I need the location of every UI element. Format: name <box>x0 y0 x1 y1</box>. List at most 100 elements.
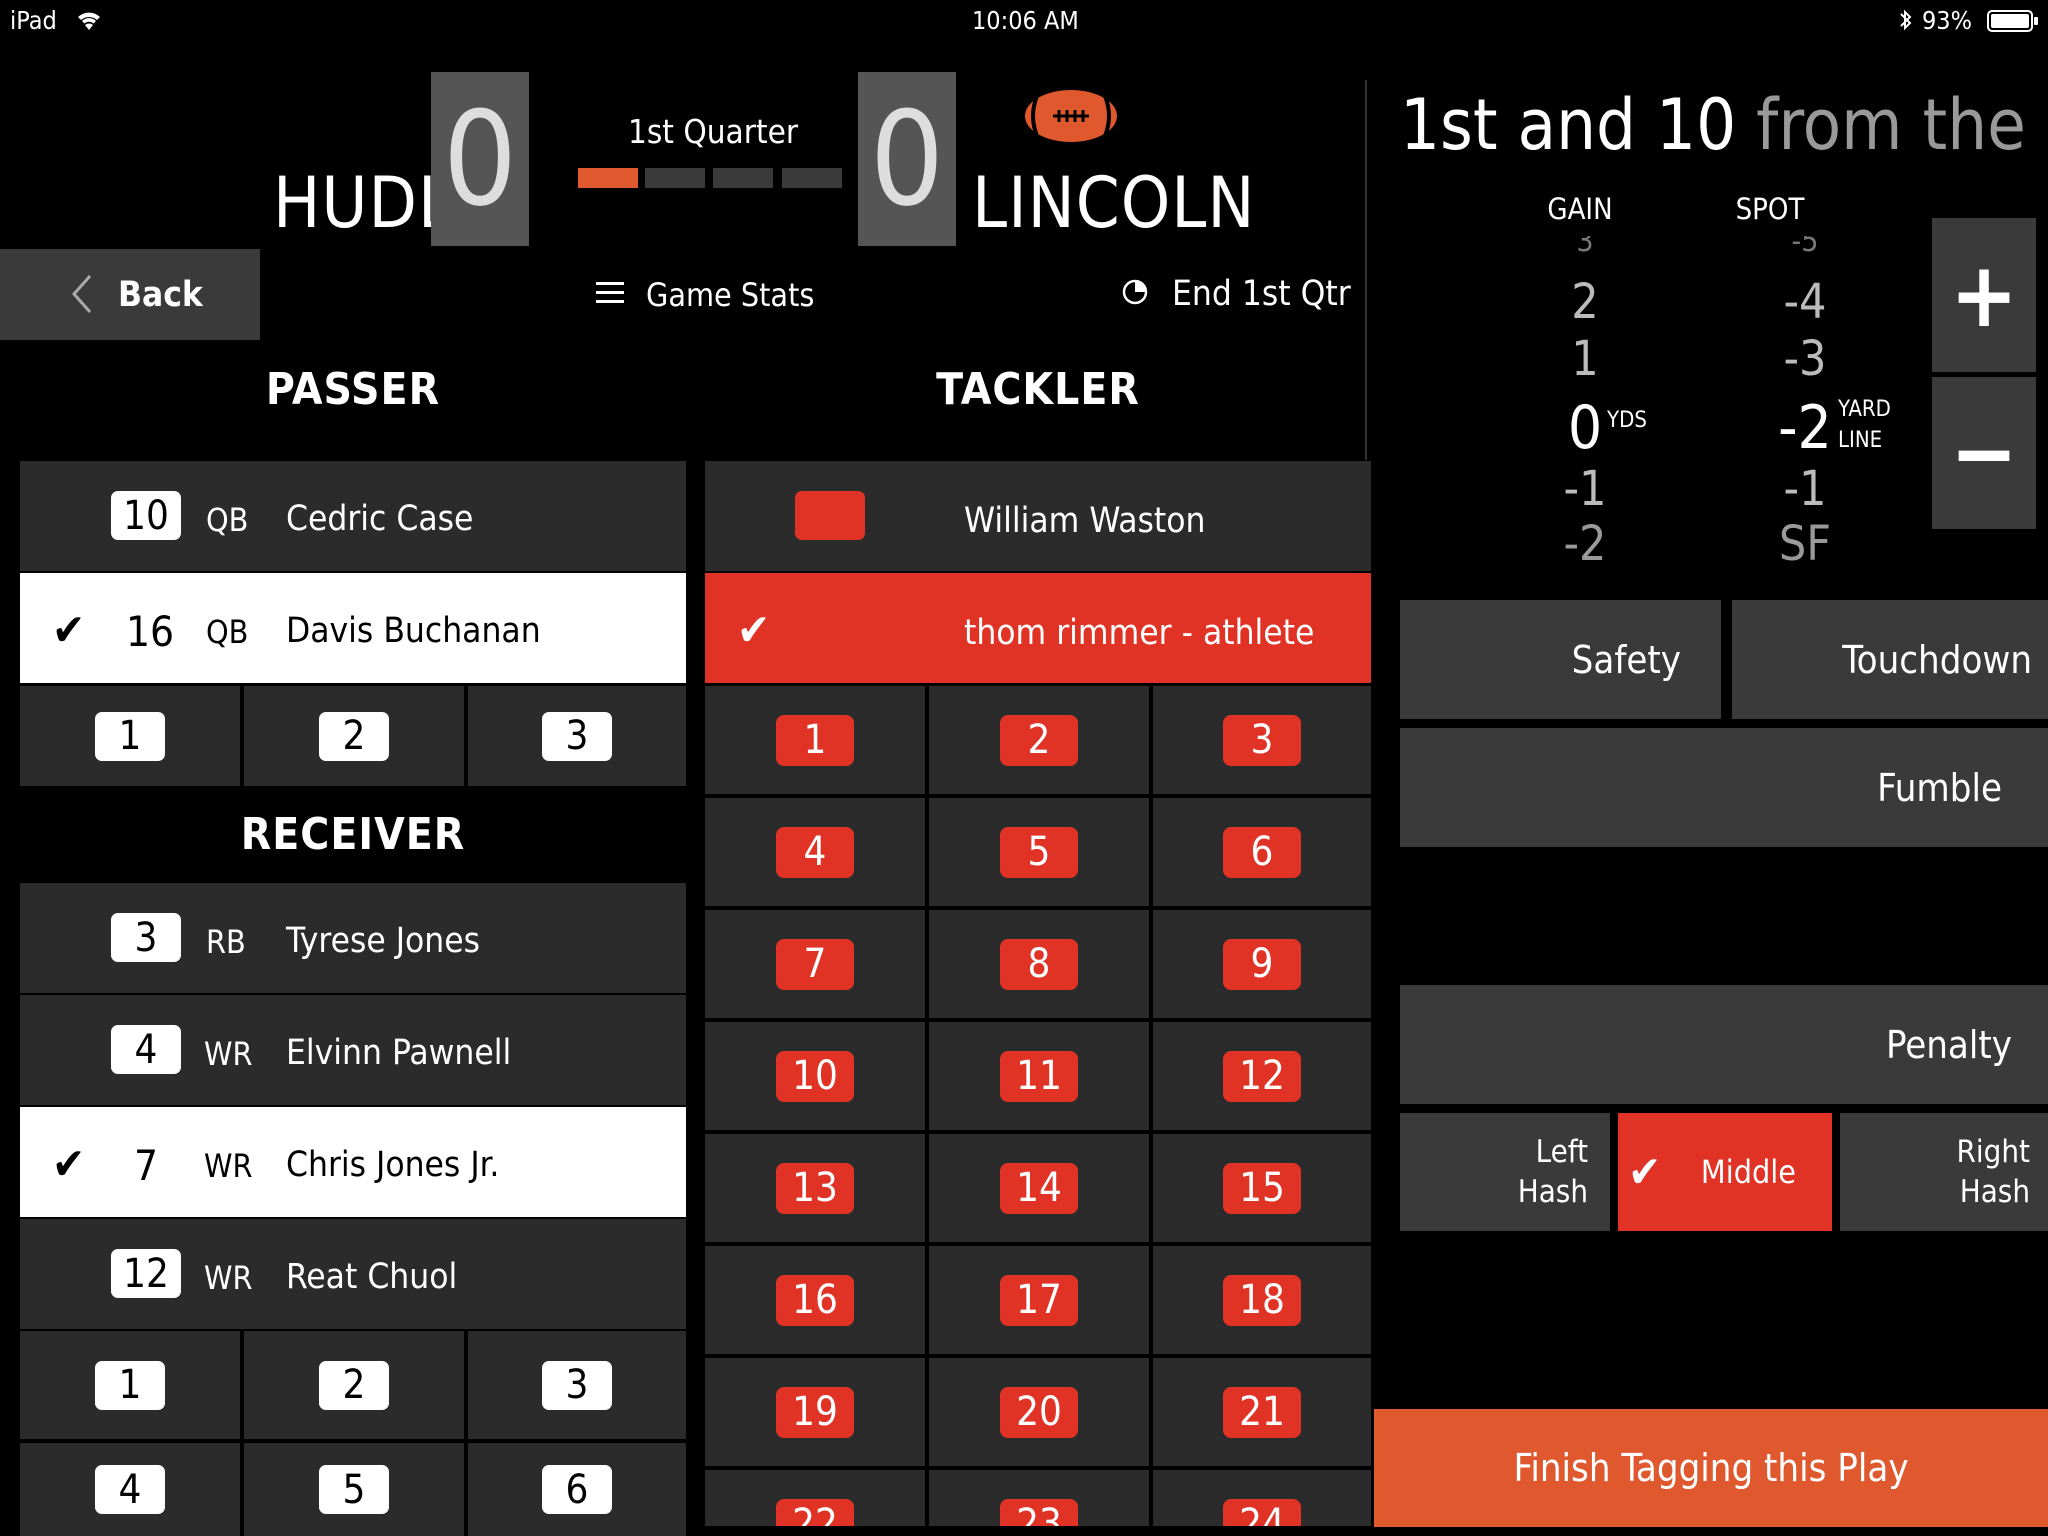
back-button-label: Back <box>118 274 203 315</box>
number-badge: 12 <box>1223 1050 1301 1102</box>
wifi-icon <box>74 8 104 36</box>
down-and-distance: 1st and 10 from the -2 <box>1400 84 2048 166</box>
player-number: 16 <box>126 607 175 656</box>
number-badge: 3 <box>1223 714 1301 766</box>
receiver-row-chris-jones-jr[interactable]: ✔ 7 WR Chris Jones Jr. <box>20 1107 686 1217</box>
game-stats-button[interactable]: Game Stats <box>596 276 814 314</box>
gain-value: 3 <box>1576 236 1594 259</box>
receiver-row-reat-chuol[interactable]: 12 WR Reat Chuol <box>20 1219 686 1329</box>
quick-number: 3 <box>542 711 612 761</box>
tackler-number-21[interactable]: 21 <box>1153 1358 1371 1466</box>
tackler-number-20[interactable]: 20 <box>929 1358 1149 1466</box>
gain-value: -1 <box>1563 461 1607 517</box>
gain-picker[interactable]: 3 2 1 0 -1 -2 <box>1540 236 1630 566</box>
battery-percent: 93% <box>1922 6 1972 35</box>
spot-value: -4 <box>1783 274 1827 330</box>
receiver-heading: RECEIVER <box>240 809 466 860</box>
tackler-number-9[interactable]: 9 <box>1153 910 1371 1018</box>
tackler-number-19[interactable]: 19 <box>705 1358 925 1466</box>
receiver-quick-2[interactable]: 2 <box>244 1331 464 1439</box>
number-badge: 11 <box>1000 1050 1078 1102</box>
number-badge: 19 <box>776 1386 854 1438</box>
gain-value: 2 <box>1571 274 1599 330</box>
quarter-indicator-3 <box>713 168 773 188</box>
tackler-number-6[interactable]: 6 <box>1153 798 1371 906</box>
tackler-number-4[interactable]: 4 <box>705 798 925 906</box>
tackler-number-10[interactable]: 10 <box>705 1022 925 1130</box>
finish-tagging-button[interactable]: Finish Tagging this Play <box>1374 1409 2048 1527</box>
player-position: WR <box>204 1035 253 1073</box>
passer-quick-2[interactable]: 2 <box>244 686 464 786</box>
player-number: 3 <box>111 913 181 962</box>
safety-button[interactable]: Safety <box>1400 600 1721 719</box>
receiver-quick-1[interactable]: 1 <box>20 1331 240 1439</box>
receiver-row-elvinn-pawnell[interactable]: 4 WR Elvinn Pawnell <box>20 995 686 1105</box>
spot-value: -3 <box>1783 331 1827 387</box>
touchdown-button[interactable]: Touchdown <box>1732 600 2048 719</box>
left-hash-line1: Left <box>1535 1134 1588 1170</box>
tackler-number-7[interactable]: 7 <box>705 910 925 1018</box>
increment-button[interactable]: + <box>1932 218 2036 372</box>
back-button[interactable]: Back <box>0 249 260 340</box>
receiver-quick-6[interactable]: 6 <box>468 1443 686 1536</box>
tackler-row-william-waston[interactable]: William Waston <box>705 461 1371 571</box>
checkmark-icon: ✔ <box>1628 1147 1662 1198</box>
tackler-number-5[interactable]: 5 <box>929 798 1149 906</box>
receiver-quick-5[interactable]: 5 <box>244 1443 464 1536</box>
tackler-number-22[interactable]: 22 <box>705 1470 925 1526</box>
down-main: 1st and 10 <box>1400 84 1737 166</box>
tackler-number-8[interactable]: 8 <box>929 910 1149 1018</box>
tackler-number-3[interactable]: 3 <box>1153 686 1371 794</box>
tackler-number-16[interactable]: 16 <box>705 1246 925 1354</box>
checkmark-icon: ✔ <box>52 1139 86 1190</box>
player-number: 7 <box>134 1141 159 1190</box>
spot-value: -1 <box>1783 461 1827 517</box>
number-badge: 2 <box>1000 714 1078 766</box>
tackler-number-23[interactable]: 23 <box>929 1470 1149 1526</box>
tackler-number-11[interactable]: 11 <box>929 1022 1149 1130</box>
penalty-button[interactable]: Penalty <box>1400 985 2048 1104</box>
tackler-number-14[interactable]: 14 <box>929 1134 1149 1242</box>
tackler-number-15[interactable]: 15 <box>1153 1134 1371 1242</box>
middle-hash-button[interactable]: ✔ Middle <box>1618 1113 1832 1231</box>
middle-hash-label: Middle <box>1700 1153 1796 1191</box>
right-hash-button[interactable]: Right Hash <box>1840 1113 2048 1231</box>
checkmark-icon: ✔ <box>52 605 86 656</box>
gain-label: GAIN <box>1547 192 1613 226</box>
passer-row-davis-buchanan[interactable]: ✔ 16 QB Davis Buchanan <box>20 573 686 683</box>
receiver-quick-3[interactable]: 3 <box>468 1331 686 1439</box>
number-badge: 23 <box>1000 1498 1078 1526</box>
quick-number: 4 <box>95 1465 165 1514</box>
blank-number-badge <box>795 491 865 540</box>
number-badge: 17 <box>1000 1274 1078 1326</box>
tackler-number-12[interactable]: 12 <box>1153 1022 1371 1130</box>
passer-quick-1[interactable]: 1 <box>20 686 240 786</box>
left-hash-button[interactable]: Left Hash <box>1400 1113 1610 1231</box>
tackler-number-18[interactable]: 18 <box>1153 1246 1371 1354</box>
tackler-number-1[interactable]: 1 <box>705 686 925 794</box>
passer-heading: PASSER <box>265 364 441 415</box>
quarter-label: 1st Quarter <box>627 112 799 151</box>
receiver-row-tyrese-jones[interactable]: 3 RB Tyrese Jones <box>20 883 686 993</box>
tackler-row-thom-rimmer[interactable]: ✔ thom rimmer - athlete <box>705 573 1371 683</box>
away-team-name: LINCOLN <box>972 162 1256 244</box>
end-quarter-button[interactable]: End 1st Qtr <box>1122 274 1351 314</box>
quick-number: 2 <box>319 1360 389 1410</box>
right-hash-line2: Hash <box>1959 1174 2030 1210</box>
number-badge: 5 <box>1000 826 1078 878</box>
receiver-quick-4[interactable]: 4 <box>20 1443 240 1536</box>
spot-value: SF <box>1778 516 1832 566</box>
tackler-number-13[interactable]: 13 <box>705 1134 925 1242</box>
fumble-button[interactable]: Fumble <box>1400 728 2048 847</box>
spot-picker[interactable]: -5 -4 -3 -2 -1 SF <box>1760 236 1850 566</box>
passer-row-cedric-case[interactable]: 10 QB Cedric Case <box>20 461 686 571</box>
tackler-number-17[interactable]: 17 <box>929 1246 1149 1354</box>
decrement-button[interactable]: − <box>1932 377 2036 529</box>
player-position: QB <box>206 501 249 539</box>
tackler-number-2[interactable]: 2 <box>929 686 1149 794</box>
passer-quick-3[interactable]: 3 <box>468 686 686 786</box>
spot-unit-line2: LINE <box>1838 428 1883 453</box>
number-badge: 20 <box>1000 1386 1078 1438</box>
player-number: 12 <box>111 1249 181 1298</box>
tackler-number-24[interactable]: 24 <box>1153 1470 1371 1526</box>
